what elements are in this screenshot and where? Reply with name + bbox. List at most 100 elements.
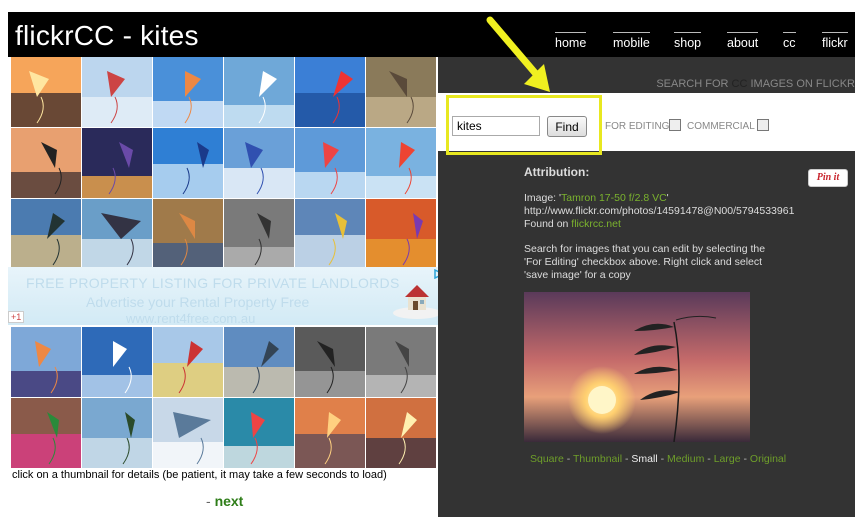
thumbnail-14[interactable] [82, 199, 152, 269]
selected-photo[interactable] [524, 292, 750, 442]
found-prefix: Found on [524, 218, 572, 230]
yellow-arrow-annotation [486, 16, 550, 92]
image-title-link[interactable]: Tamron 17-50 f/2.8 VC [561, 192, 667, 204]
thumbnail-image [153, 128, 223, 198]
pagination: - next [206, 493, 243, 509]
nav-flickr[interactable]: flickr [822, 32, 848, 50]
google-plus-one-button[interactable]: +1 [8, 311, 25, 323]
size-link-large[interactable]: Large [714, 453, 741, 465]
thumbnail-18[interactable] [366, 199, 436, 269]
thumbnail-image [295, 57, 365, 127]
thumbnail-image [153, 398, 223, 468]
thumbnail-image [224, 128, 294, 198]
size-link-original[interactable]: Original [750, 453, 786, 465]
next-link[interactable]: next [215, 493, 244, 509]
size-link-small: Small [631, 453, 658, 465]
thumbnail-image [295, 327, 365, 397]
thumbnail-image [366, 199, 436, 269]
nav-about[interactable]: about [727, 32, 759, 50]
thumbnail-2[interactable] [82, 57, 152, 127]
help-text-line: 'save image' for a copy [524, 269, 631, 281]
thumbnail-24[interactable] [366, 327, 436, 397]
found-on-line: Found on flickrcc.net [524, 218, 621, 230]
thumbnail-16[interactable] [224, 199, 294, 269]
site-title: flickrCC - kites [15, 20, 199, 51]
image-url: http://www.flickr.com/photos/14591478@N0… [524, 205, 795, 217]
thumbnail-12[interactable] [366, 128, 436, 198]
thumbnail-30[interactable] [366, 398, 436, 468]
size-separator: - [740, 453, 750, 465]
found-site-link[interactable]: flickrcc.net [571, 218, 621, 230]
size-link-thumbnail[interactable]: Thumbnail [573, 453, 622, 465]
commercial-checkbox[interactable] [757, 119, 769, 131]
thumbnail-25[interactable] [11, 398, 81, 468]
thumbnail-15[interactable] [153, 199, 223, 269]
size-separator: - [657, 453, 667, 465]
thumbnail-26[interactable] [82, 398, 152, 468]
thumbnail-13[interactable] [11, 199, 81, 269]
size-separator: - [563, 453, 574, 465]
thumbnail-image [82, 57, 152, 127]
thumbnail-27[interactable] [153, 398, 223, 468]
thumbnail-17[interactable] [295, 199, 365, 269]
next-prefix: - [206, 493, 215, 509]
thumbnail-image [11, 398, 81, 468]
thumbnail-21[interactable] [153, 327, 223, 397]
ad-headline[interactable]: FREE PROPERTY LISTING FOR PRIVATE LANDLO… [26, 275, 400, 291]
for-editing-checkbox[interactable] [669, 119, 681, 131]
size-link-square[interactable]: Square [530, 453, 564, 465]
for-editing-label: FOR EDITING [605, 121, 670, 132]
nav-shop[interactable]: shop [674, 32, 702, 50]
ad-url[interactable]: www.rent4free.com.au [126, 311, 255, 325]
thumbnail-28[interactable] [224, 398, 294, 468]
image-prefix: Image: ' [524, 192, 562, 204]
nav-cc[interactable]: cc [783, 32, 796, 50]
highlight-annotation [446, 95, 602, 155]
thumbnail-29[interactable] [295, 398, 365, 468]
thumbnail-1[interactable] [11, 57, 81, 127]
thumbnail-image [82, 327, 152, 397]
grid-caption: click on a thumbnail for details (be pat… [12, 469, 387, 481]
thumbnail-7[interactable] [11, 128, 81, 198]
size-separator: - [622, 453, 632, 465]
size-links: Square - Thumbnail - Small - Medium - La… [530, 453, 786, 465]
thumbnail-3[interactable] [153, 57, 223, 127]
thumbnail-image [153, 327, 223, 397]
thumbnail-20[interactable] [82, 327, 152, 397]
size-link-medium[interactable]: Medium [667, 453, 704, 465]
pin-it-button[interactable]: Pin it [808, 169, 848, 187]
thumbnail-image [295, 128, 365, 198]
nav-mobile[interactable]: mobile [613, 32, 650, 50]
image-suffix: ' [666, 192, 669, 204]
attribution-heading: Attribution: [524, 165, 590, 179]
thumbnail-9[interactable] [153, 128, 223, 198]
thumbnail-image [295, 398, 365, 468]
thumbnail-22[interactable] [224, 327, 294, 397]
thumbnail-image [82, 398, 152, 468]
thumbnail-5[interactable] [295, 57, 365, 127]
thumbnail-image [224, 327, 294, 397]
thumbnail-23[interactable] [295, 327, 365, 397]
thumbnail-4[interactable] [224, 57, 294, 127]
thumbnail-image [366, 398, 436, 468]
thumbnail-image [11, 57, 81, 127]
thumbnail-6[interactable] [366, 57, 436, 127]
thumbnail-10[interactable] [224, 128, 294, 198]
thumbnail-image [224, 57, 294, 127]
thumbnail-11[interactable] [295, 128, 365, 198]
thumbnail-image [366, 128, 436, 198]
thumbnail-image [82, 199, 152, 269]
thumbnail-image [295, 199, 365, 269]
commercial-label: COMMERCIAL [687, 121, 755, 132]
search-heading: SEARCH FOR CC IMAGES ON FLICKR [656, 78, 855, 90]
thumbnail-8[interactable] [82, 128, 152, 198]
thumbnail-19[interactable] [11, 327, 81, 397]
ad-banner[interactable]: FREE PROPERTY LISTING FOR PRIVATE LANDLO… [8, 267, 446, 325]
thumbnail-image [366, 57, 436, 127]
house-ad-icon [393, 285, 441, 319]
thumbnail-image [153, 199, 223, 269]
ad-subline[interactable]: Advertise your Rental Property Free [86, 294, 309, 310]
help-text-line: 'For Editing' checkbox above. Right clic… [524, 256, 763, 268]
thumbnail-image [224, 199, 294, 269]
thumbnail-image [11, 199, 81, 269]
